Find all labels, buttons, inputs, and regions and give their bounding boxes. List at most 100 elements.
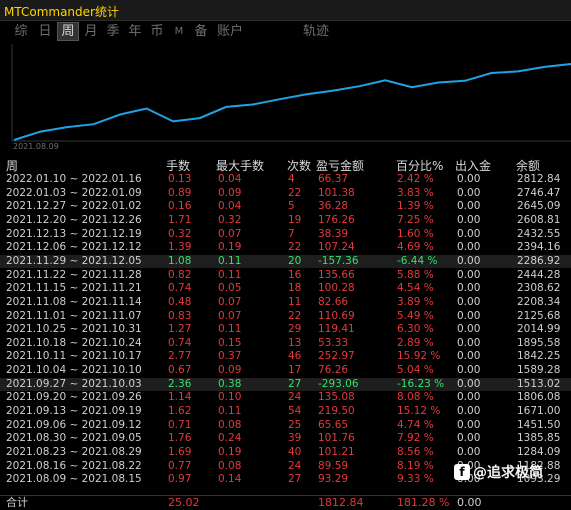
cell-pct: 15.12 %	[397, 405, 441, 418]
cell-count: 25	[288, 418, 302, 431]
cell-max-lots: 0.38	[218, 377, 242, 390]
cell-balance: 2125.68	[517, 309, 561, 322]
cell-pct: 2.42 %	[397, 173, 434, 185]
cell-count: 24	[288, 391, 302, 404]
tab-day[interactable]: 日	[34, 22, 56, 41]
table-row[interactable]: 2021.09.20 ~ 2021.09.26 1.14 0.10 24 135.08 8…	[0, 391, 571, 405]
cell-balance: 1895.58	[517, 336, 561, 349]
cell-max-lots: 0.11	[218, 323, 242, 336]
col-header-pct: 百分比%	[396, 159, 444, 173]
tab-year[interactable]: 年	[124, 22, 146, 41]
table-row[interactable]: 2021.11.15 ~ 2021.11.21 0.74 0.05 18 100.28 4…	[0, 282, 571, 296]
tab-track[interactable]: 轨迹	[300, 22, 332, 41]
table-row[interactable]: 2021.09.06 ~ 2021.09.12 0.71 0.08 25 65.65 4.…	[0, 419, 571, 433]
cell-lots: 0.67	[168, 364, 192, 377]
tab-currency[interactable]: 币	[146, 22, 168, 41]
cell-pnl: 135.66	[318, 268, 355, 281]
total-lots: 25.02	[168, 496, 200, 509]
table-row[interactable]: 2021.11.22 ~ 2021.11.28 0.82 0.11 16 135.66 5…	[0, 269, 571, 283]
cell-period: 2022.01.10 ~ 2022.01.16	[6, 173, 142, 185]
total-row: 合计 25.02 1812.84 181.28 % 0.00	[0, 495, 571, 510]
cell-pct: 2.89 %	[397, 336, 434, 349]
cell-io: 0.00	[457, 295, 481, 308]
cell-count: 13	[288, 336, 302, 349]
cell-lots: 0.74	[168, 282, 192, 295]
cell-count: 24	[288, 459, 302, 472]
cell-max-lots: 0.19	[218, 241, 242, 254]
cell-io: 0.00	[457, 350, 481, 363]
cell-pnl: 76.26	[318, 364, 349, 377]
tab-notes[interactable]: 备	[190, 22, 212, 41]
table-row[interactable]: 2021.12.06 ~ 2021.12.12 1.39 0.19 22 107.24 4…	[0, 241, 571, 255]
cell-pnl: 100.28	[318, 282, 355, 295]
equity-line	[13, 63, 571, 141]
table-row[interactable]: 2021.08.23 ~ 2021.08.29 1.69 0.19 40 101.21 8…	[0, 446, 571, 460]
cell-io: 0.00	[457, 405, 481, 418]
cell-io: 0.00	[457, 282, 481, 295]
cell-balance: 2645.09	[517, 200, 561, 213]
table-row[interactable]: 2021.09.13 ~ 2021.09.19 1.62 0.11 54 219.50 1…	[0, 405, 571, 419]
table-row[interactable]: 2021.12.20 ~ 2021.12.26 1.71 0.32 19 176.26 7…	[0, 214, 571, 228]
col-header-balance: 余额	[516, 159, 541, 173]
cell-max-lots: 0.15	[218, 336, 242, 349]
cell-period: 2021.10.25 ~ 2021.10.31	[6, 323, 142, 336]
title-bar: MTCommander统计	[0, 0, 571, 21]
cell-lots: 0.97	[168, 473, 192, 486]
cell-io: 0.00	[457, 254, 481, 267]
cell-pnl: 38.39	[318, 227, 349, 240]
cell-balance: 2432.55	[517, 227, 561, 240]
cell-lots: 1.14	[168, 391, 192, 404]
cell-pct: 4.69 %	[397, 241, 434, 254]
cell-pct: -16.23 %	[397, 377, 445, 390]
table-row[interactable]: 2021.08.30 ~ 2021.09.05 1.76 0.24 39 101.76 7…	[0, 432, 571, 446]
tab-account[interactable]: 账户	[215, 22, 245, 41]
cell-pct: 7.92 %	[397, 432, 434, 445]
tab-week[interactable]: 周	[57, 22, 79, 41]
cell-pnl: 110.69	[318, 309, 355, 322]
cell-max-lots: 0.05	[218, 282, 242, 295]
cell-lots: 2.77	[168, 350, 192, 363]
cell-count: 39	[288, 432, 302, 445]
table-row[interactable]: 2021.12.27 ~ 2022.01.02 0.16 0.04 5 36.28 1.3…	[0, 200, 571, 214]
table-row[interactable]: 2021.11.08 ~ 2021.11.14 0.48 0.07 11 82.66 3.…	[0, 296, 571, 310]
cell-period: 2022.01.03 ~ 2022.01.09	[6, 186, 142, 199]
cell-pnl: 135.08	[318, 391, 355, 404]
table-row[interactable]: 2022.01.03 ~ 2022.01.09 0.89 0.09 22 101.38 3…	[0, 187, 571, 201]
table-row[interactable]: 2021.12.13 ~ 2021.12.19 0.32 0.07 7 38.39 1.6…	[0, 228, 571, 242]
table-row[interactable]: 2021.10.25 ~ 2021.10.31 1.27 0.11 29 119.41 6…	[0, 323, 571, 337]
cell-pnl: 101.21	[318, 446, 355, 458]
cell-count: 27	[288, 473, 302, 486]
tab-m[interactable]: M	[168, 22, 190, 41]
cell-lots: 1.76	[168, 432, 192, 445]
tab-month[interactable]: 月	[80, 22, 102, 41]
cell-max-lots: 0.10	[218, 391, 242, 404]
table-row[interactable]: 2021.10.11 ~ 2021.10.17 2.77 0.37 46 252.97 1…	[0, 350, 571, 364]
watermark-text: @追求极简	[473, 465, 543, 481]
tab-overview[interactable]: 综	[10, 22, 32, 41]
table-row[interactable]: 2021.10.04 ~ 2021.10.10 0.67 0.09 17 76.26 5.…	[0, 364, 571, 378]
cell-max-lots: 0.11	[218, 268, 242, 281]
cell-count: 20	[288, 254, 302, 267]
cell-lots: 0.77	[168, 459, 192, 472]
total-pnl: 1812.84	[318, 496, 364, 509]
table-row[interactable]: 2021.09.27 ~ 2021.10.03 2.36 0.38 27 -293.06…	[0, 377, 571, 392]
tab-quarter[interactable]: 季	[102, 22, 124, 41]
cell-pnl: 101.76	[318, 432, 355, 445]
zhihu-logo-icon: f	[454, 464, 470, 480]
table-row[interactable]: 2021.11.29 ~ 2021.12.05 1.08 0.11 20 -157.36…	[0, 254, 571, 269]
cell-period: 2021.12.27 ~ 2022.01.02	[6, 200, 142, 213]
cell-pct: 6.30 %	[397, 323, 434, 336]
cell-lots: 2.36	[168, 377, 192, 390]
cell-period: 2021.11.29 ~ 2021.12.05	[6, 254, 142, 267]
total-label: 合计	[6, 496, 28, 509]
cell-max-lots: 0.07	[218, 227, 242, 240]
cell-period: 2021.09.06 ~ 2021.09.12	[6, 418, 142, 431]
cell-count: 17	[288, 364, 302, 377]
cell-pct: 3.83 %	[397, 186, 434, 199]
cell-count: 16	[288, 268, 302, 281]
table-header: 周 手数 最大手数 次数 盈亏金额 百分比% 出入金 余额	[0, 157, 571, 173]
total-io: 0.00	[457, 496, 482, 509]
table-row[interactable]: 2022.01.10 ~ 2022.01.16 0.13 0.04 4 66.37 2.4…	[0, 173, 571, 187]
table-row[interactable]: 2021.10.18 ~ 2021.10.24 0.74 0.15 13 53.33 2.…	[0, 337, 571, 351]
table-row[interactable]: 2021.11.01 ~ 2021.11.07 0.83 0.07 22 110.69 5…	[0, 310, 571, 324]
